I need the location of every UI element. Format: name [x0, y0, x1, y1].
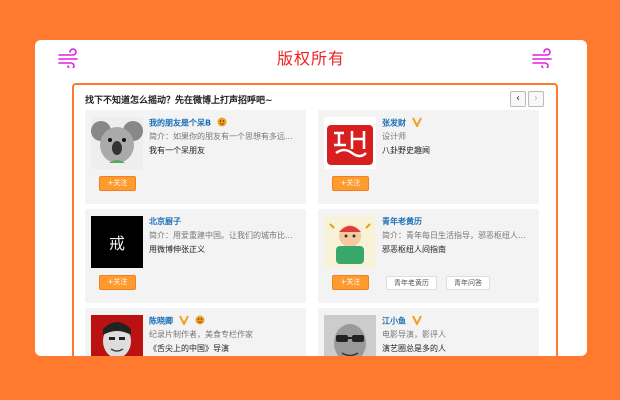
koala-avatar[interactable] [91, 117, 143, 169]
panel-header: 找下不知道怎么摇动？先在微博上打声招呼吧~ [85, 96, 273, 106]
recommendation-panel: 找下不知道怎么摇动？先在微博上打声招呼吧~ ‹ › 我的朋友是个呆B 简介：如果… [72, 83, 558, 356]
user-card: 戒 北京厨子 简介：用爱重建中国。让我们的城市比... 用微博伸张正义 +关注 [85, 209, 306, 303]
user-intro: 电影导演，影评人 [382, 330, 446, 339]
follow-button[interactable]: +关注 [99, 275, 136, 290]
cartoon-character-avatar[interactable] [324, 216, 376, 268]
chevron-left-icon: ‹ [516, 93, 520, 104]
follow-button[interactable]: +关注 [332, 275, 369, 290]
recommend-line: 《舌尖上的中国》导演 [149, 344, 229, 353]
user-intro: 设计师 [382, 132, 406, 141]
user-card: 青年老黄历 简介：青年每日生活指导，邪恶枢纽人... 邪恶枢纽人间指南 +关注 … [318, 209, 539, 303]
user-name[interactable]: 陈晓卿 [149, 315, 205, 327]
recommend-line: 八卦野史趣闻 [382, 146, 430, 155]
recommend-line: 邪恶枢纽人间指南 [382, 245, 446, 254]
user-intro: 简介：用爱重建中国。让我们的城市比... [149, 231, 293, 240]
user-card: 陈晓卿 纪录片制作者，美食专栏作家 《舌尖上的中国》导演 [85, 308, 306, 356]
page-title: 版权所有 [276, 49, 345, 68]
user-name[interactable]: 青年老黄历 [382, 216, 422, 227]
emoji-badge-icon [195, 315, 205, 327]
follow-button[interactable]: +关注 [99, 176, 136, 191]
user-intro: 简介：如果你的朋友有一个思想有多远... [149, 132, 293, 141]
prev-page-button[interactable]: ‹ [510, 91, 526, 107]
follow-button[interactable]: +关注 [332, 176, 369, 191]
user-name[interactable]: 北京厨子 [149, 216, 181, 227]
user-name[interactable]: 张发财 [382, 117, 422, 129]
user-intro: 纪录片制作者，美食专栏作家 [149, 330, 253, 339]
vip-badge-icon [411, 315, 422, 327]
tag-button[interactable]: 青年问答 [446, 276, 490, 290]
user-intro: 简介：青年每日生活指导，邪恶枢纽人... [382, 231, 526, 240]
user-card: 江小鱼 电影导演，影评人 演艺圈总是多的人 [318, 308, 539, 356]
tag-button[interactable]: 青年老黄历 [386, 276, 437, 290]
black-character-avatar[interactable]: 戒 [91, 216, 143, 268]
user-card: 张发财 设计师 八卦野史趣闻 +关注 [318, 110, 539, 204]
wind-icon [531, 48, 555, 70]
vip-badge-icon [178, 315, 189, 327]
user-name[interactable]: 我的朋友是个呆B [149, 117, 227, 129]
face-portrait-avatar[interactable] [324, 315, 376, 356]
vip-badge-icon [411, 117, 422, 129]
main-card: 版权所有 找下不知道怎么摇动？先在微博上打声招呼吧~ ‹ › 我的朋友是个呆B … [35, 40, 587, 356]
avatar-character: 戒 [109, 234, 125, 253]
emoji-badge-icon [217, 117, 227, 129]
user-card: 我的朋友是个呆B 简介：如果你的朋友有一个思想有多远... 我有一个呆朋友 +关… [85, 110, 306, 204]
red-seal-avatar[interactable] [324, 117, 376, 169]
user-name[interactable]: 江小鱼 [382, 315, 422, 327]
next-page-button[interactable]: › [528, 91, 544, 107]
recommend-line: 用微博伸张正义 [149, 245, 205, 254]
man-portrait-avatar[interactable] [91, 315, 143, 356]
chevron-right-icon: › [534, 93, 538, 104]
recommend-line: 演艺圈总是多的人 [382, 344, 446, 353]
recommend-line: 我有一个呆朋友 [149, 146, 205, 155]
